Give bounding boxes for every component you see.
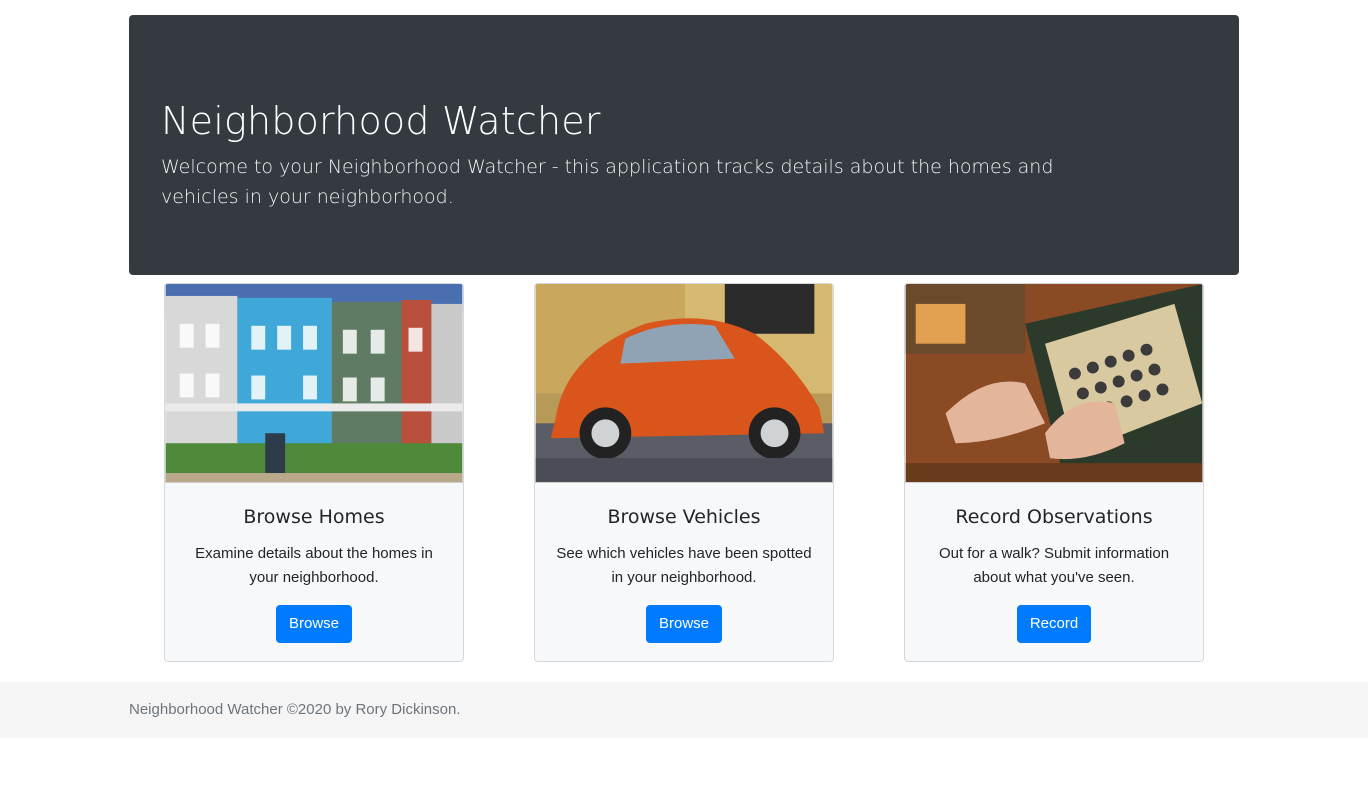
card-title: Browse Vehicles bbox=[607, 506, 761, 528]
card-text: Out for a walk? Submit information about… bbox=[938, 545, 1170, 586]
card-record-observations: Record Observations Out for a walk? Subm… bbox=[904, 283, 1204, 662]
card-browse-vehicles: Browse Vehicles See which vehicles have … bbox=[534, 283, 834, 662]
orange-car-image bbox=[535, 284, 833, 483]
hero-jumbotron: Neighborhood Watcher Welcome to your Nei… bbox=[129, 15, 1239, 275]
footer: Neighborhood Watcher ©2020 by Rory Dicki… bbox=[0, 682, 1368, 738]
row-houses-image bbox=[165, 284, 463, 483]
card-title: Browse Homes bbox=[243, 506, 385, 528]
card-title: Record Observations bbox=[955, 506, 1153, 528]
hero-lead-text: Welcome to your Neighborhood Watcher - t… bbox=[161, 156, 1054, 208]
browse-homes-button[interactable]: Browse bbox=[275, 605, 353, 643]
record-button[interactable]: Record bbox=[1016, 605, 1092, 643]
card-browse-homes: Browse Homes Examine details about the h… bbox=[164, 283, 464, 662]
footer-copyright: Neighborhood Watcher ©2020 by Rory Dicki… bbox=[129, 701, 461, 718]
page-title: Neighborhood Watcher bbox=[161, 99, 601, 143]
card-text: Examine details about the homes in your … bbox=[195, 545, 433, 586]
typewriter-image bbox=[905, 284, 1203, 483]
card-text: See which vehicles have been spotted in … bbox=[556, 545, 812, 586]
browse-vehicles-button[interactable]: Browse bbox=[645, 605, 723, 643]
